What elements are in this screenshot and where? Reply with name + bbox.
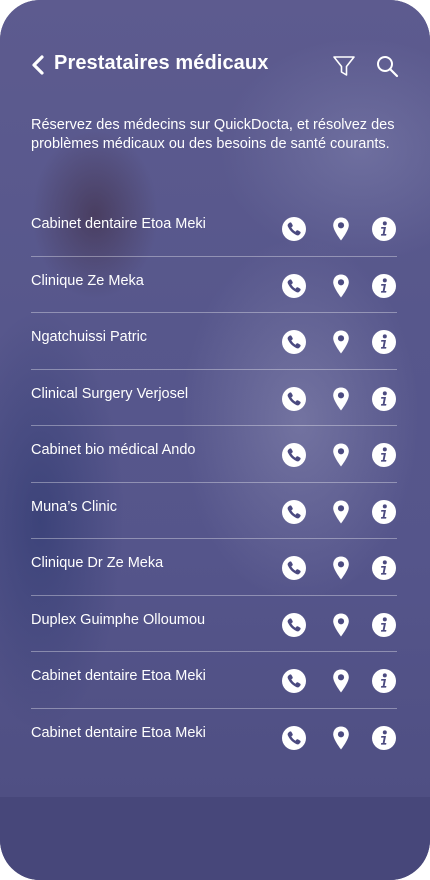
info-button[interactable] — [371, 555, 397, 581]
location-button[interactable] — [328, 216, 354, 242]
info-icon — [371, 612, 397, 638]
call-button[interactable] — [281, 216, 307, 242]
provider-name[interactable]: Cabinet dentaire Etoa Meki — [31, 725, 206, 741]
provider-name[interactable]: Clinique Dr Ze Meka — [31, 555, 163, 571]
location-button[interactable] — [328, 555, 354, 581]
location-button[interactable] — [328, 668, 354, 694]
list-item[interactable]: Clinical Surgery Verjosel — [31, 370, 397, 426]
provider-list: Cabinet dentaire Etoa Meki Clinique Ze Me… — [31, 200, 397, 764]
info-button[interactable] — [371, 216, 397, 242]
location-button[interactable] — [328, 329, 354, 355]
phone-icon — [281, 668, 307, 694]
call-button[interactable] — [281, 442, 307, 468]
phone-icon — [281, 499, 307, 525]
location-pin-icon — [328, 442, 354, 468]
location-pin-icon — [328, 273, 354, 299]
call-button[interactable] — [281, 668, 307, 694]
phone-icon — [281, 216, 307, 242]
location-pin-icon — [328, 216, 354, 242]
list-item[interactable]: Clinique Ze Meka — [31, 257, 397, 313]
call-button[interactable] — [281, 329, 307, 355]
location-pin-icon — [328, 612, 354, 638]
info-button[interactable] — [371, 273, 397, 299]
info-icon — [371, 386, 397, 412]
info-button[interactable] — [371, 499, 397, 525]
back-button[interactable] — [30, 54, 46, 76]
call-button[interactable] — [281, 555, 307, 581]
list-item[interactable]: Muna’s Clinic — [31, 483, 397, 539]
info-button[interactable] — [371, 725, 397, 751]
list-item[interactable]: Cabinet dentaire Etoa Meki — [31, 200, 397, 257]
location-pin-icon — [328, 329, 354, 355]
info-button[interactable] — [371, 329, 397, 355]
phone-icon — [281, 555, 307, 581]
info-icon — [371, 668, 397, 694]
location-button[interactable] — [328, 442, 354, 468]
list-item[interactable]: Clinique Dr Ze Meka — [31, 539, 397, 596]
call-button[interactable] — [281, 725, 307, 751]
bottom-band — [0, 797, 430, 880]
call-button[interactable] — [281, 612, 307, 638]
search-button[interactable] — [375, 54, 399, 78]
info-icon — [371, 329, 397, 355]
search-icon — [375, 54, 399, 78]
location-button[interactable] — [328, 386, 354, 412]
location-button[interactable] — [328, 499, 354, 525]
location-pin-icon — [328, 668, 354, 694]
location-pin-icon — [328, 725, 354, 751]
info-button[interactable] — [371, 442, 397, 468]
location-pin-icon — [328, 499, 354, 525]
provider-name[interactable]: Cabinet bio médical Ando — [31, 442, 195, 458]
intro-text: Réservez des médecins sur QuickDocta, et… — [31, 117, 395, 152]
info-icon — [371, 555, 397, 581]
page-title: Prestataires médicaux — [54, 52, 269, 74]
phone-icon — [281, 386, 307, 412]
info-icon — [371, 725, 397, 751]
location-pin-icon — [328, 386, 354, 412]
phone-icon — [281, 612, 307, 638]
provider-name[interactable]: Cabinet dentaire Etoa Meki — [31, 216, 206, 232]
filter-icon — [332, 54, 356, 78]
info-icon — [371, 273, 397, 299]
list-item[interactable]: Cabinet bio médical Ando — [31, 426, 397, 483]
provider-name[interactable]: Cabinet dentaire Etoa Meki — [31, 668, 206, 684]
info-button[interactable] — [371, 612, 397, 638]
info-icon — [371, 499, 397, 525]
list-item[interactable]: Duplex Guimphe Olloumou — [31, 596, 397, 652]
list-item[interactable]: Ngatchuissi Patric — [31, 313, 397, 370]
provider-name[interactable]: Muna’s Clinic — [31, 499, 117, 515]
list-item[interactable]: Cabinet dentaire Etoa Meki — [31, 652, 397, 709]
phone-icon — [281, 329, 307, 355]
call-button[interactable] — [281, 273, 307, 299]
location-button[interactable] — [328, 725, 354, 751]
provider-name[interactable]: Clinical Surgery Verjosel — [31, 386, 188, 402]
info-button[interactable] — [371, 668, 397, 694]
location-pin-icon — [328, 555, 354, 581]
app-screen: Prestataires médicaux Réservez des médec… — [0, 0, 430, 880]
chevron-left-icon — [30, 54, 46, 76]
info-icon — [371, 442, 397, 468]
provider-name[interactable]: Duplex Guimphe Olloumou — [31, 612, 205, 628]
call-button[interactable] — [281, 386, 307, 412]
list-item[interactable]: Cabinet dentaire Etoa Meki — [31, 709, 397, 765]
phone-icon — [281, 442, 307, 468]
info-icon — [371, 216, 397, 242]
location-button[interactable] — [328, 612, 354, 638]
call-button[interactable] — [281, 499, 307, 525]
info-button[interactable] — [371, 386, 397, 412]
provider-name[interactable]: Ngatchuissi Patric — [31, 329, 147, 345]
location-button[interactable] — [328, 273, 354, 299]
provider-name[interactable]: Clinique Ze Meka — [31, 273, 144, 289]
phone-icon — [281, 273, 307, 299]
header: Prestataires médicaux — [0, 48, 430, 84]
filter-button[interactable] — [332, 54, 356, 78]
phone-icon — [281, 725, 307, 751]
